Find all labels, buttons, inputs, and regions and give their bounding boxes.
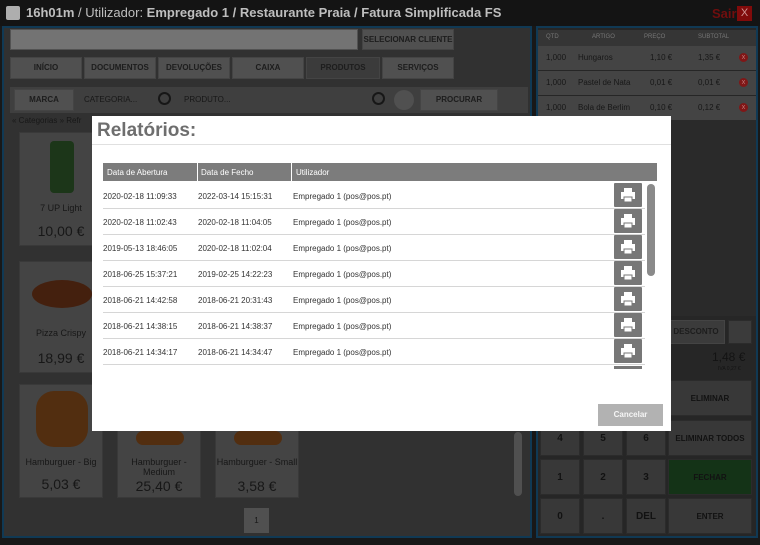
close-date: 2019-02-25 14:22:23 [198,270,273,279]
table-row[interactable]: 2019-05-13 18:46:05 2020-02-18 11:02:04 … [103,235,645,261]
table-row[interactable]: 2018-06-21 14:34:17 2018-06-21 14:34:47 … [103,339,645,365]
cancel-button[interactable]: Cancelar [598,404,663,426]
col-user: Utilizador [296,168,330,177]
user: Empregado 1 (pos@pos.pt) [293,270,392,279]
header-divider [197,163,198,181]
print-icon[interactable] [614,313,642,337]
print-icon[interactable] [614,287,642,311]
modal-divider [92,144,671,145]
reports-table-header: Data de Abertura Data de Fecho Utilizado… [103,163,657,181]
print-icon[interactable] [614,209,642,233]
close-date: 2018-06-21 14:38:37 [198,322,273,331]
open-date: 2018-06-25 15:37:21 [103,270,178,279]
col-open-date: Data de Abertura [107,168,168,177]
user: Empregado 1 (pos@pos.pt) [293,322,392,331]
reports-modal: Relatórios: Data de Abertura Data de Fec… [92,116,671,431]
open-date: 2020-02-18 11:02:43 [103,218,177,227]
print-icon[interactable] [614,261,642,285]
open-date: 2018-06-21 14:42:58 [103,296,178,305]
close-date: 2020-02-18 11:02:04 [198,244,272,253]
open-date: 2019-05-13 18:46:05 [103,244,178,253]
open-date: 2018-06-21 14:34:17 [103,348,178,357]
print-icon[interactable] [614,183,642,207]
user: Empregado 1 (pos@pos.pt) [293,348,392,357]
close-date: 2022-03-14 15:15:31 [198,192,273,201]
modal-title: Relatórios: [97,120,197,141]
close-date: 2018-06-21 14:34:47 [198,348,273,357]
user: Empregado 1 (pos@pos.pt) [293,244,392,253]
close-date: 2018-06-21 20:31:43 [198,296,273,305]
open-date: 2020-02-18 11:09:33 [103,192,177,201]
reports-scroll-thumb[interactable] [647,184,655,276]
user: Empregado 1 (pos@pos.pt) [293,218,392,227]
print-icon[interactable] [614,339,642,363]
table-row[interactable]: 2020-02-18 11:02:43 2020-02-18 11:04:05 … [103,209,645,235]
next-print-icon-edge [614,366,642,369]
user: Empregado 1 (pos@pos.pt) [293,296,392,305]
open-date: 2018-06-21 14:38:15 [103,322,178,331]
table-row[interactable]: 2018-06-21 14:42:58 2018-06-21 20:31:43 … [103,287,645,313]
table-row[interactable]: 2020-02-18 11:09:33 2022-03-14 15:15:31 … [103,183,645,209]
header-divider [291,163,292,181]
table-row[interactable]: 2018-06-25 15:37:21 2019-02-25 14:22:23 … [103,261,645,287]
table-row[interactable]: 2018-06-21 14:38:15 2018-06-21 14:38:37 … [103,313,645,339]
close-date: 2020-02-18 11:04:05 [198,218,272,227]
col-close-date: Data de Fecho [201,168,254,177]
print-icon[interactable] [614,235,642,259]
user: Empregado 1 (pos@pos.pt) [293,192,392,201]
